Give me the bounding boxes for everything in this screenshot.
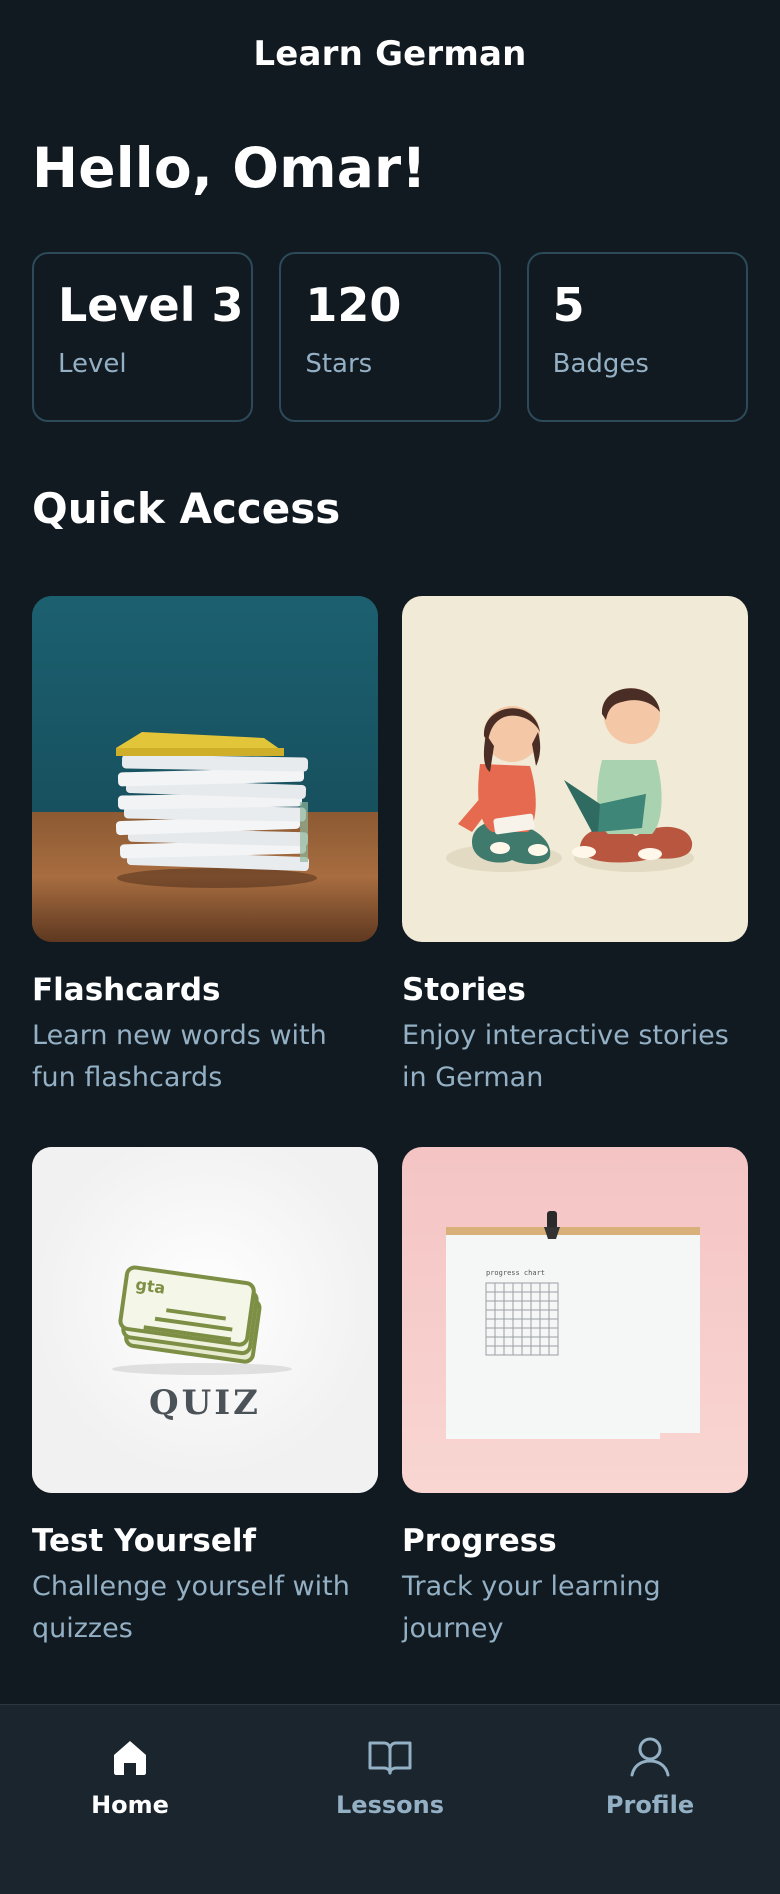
stat-value: 5 — [552, 278, 585, 332]
card-title: Progress — [402, 1522, 557, 1559]
stat-card-level: Level 3 Level — [32, 252, 254, 422]
quick-access-grid: Flashcards Learn new words with fun flas… — [32, 596, 748, 1650]
quiz-image: gta QUIZ — [32, 1146, 378, 1493]
app-header: Learn German — [0, 0, 780, 108]
nav-label: Lessons — [336, 1791, 444, 1819]
card-description: Challenge yourself with quizzes — [32, 1571, 350, 1644]
book-icon — [368, 1741, 412, 1775]
greeting-heading: Hello, Omar! — [32, 136, 427, 200]
quiz-label: QUIZ — [149, 1382, 261, 1423]
stat-value: Level 3 — [58, 278, 244, 332]
card-description: Enjoy interactive stories in German — [402, 1020, 729, 1094]
nav-item-lessons[interactable]: Lessons — [260, 1705, 520, 1894]
card-title: Test Yourself — [32, 1522, 256, 1559]
card-description: Track your learning journey — [402, 1571, 661, 1644]
stat-card-badges: 5 Badges — [526, 252, 748, 422]
stat-label: Badges — [552, 348, 649, 379]
card-test-yourself[interactable]: gta QUIZ Test Yourself Challenge yoursel… — [32, 1146, 378, 1650]
flashcards-stack-image — [32, 596, 378, 942]
nav-item-profile[interactable]: Profile — [520, 1705, 780, 1894]
stat-label: Level — [58, 348, 127, 379]
card-stories[interactable]: Stories Enjoy interactive stories in Ger… — [402, 596, 748, 1099]
quick-access-title: Quick Access — [32, 484, 341, 533]
stat-label: Stars — [305, 348, 373, 379]
card-flashcards[interactable]: Flashcards Learn new words with fun flas… — [32, 596, 378, 1099]
card-title: Flashcards — [32, 972, 221, 1008]
app-title: Learn German — [253, 34, 527, 74]
card-title: Stories — [402, 972, 526, 1008]
user-icon — [630, 1737, 670, 1777]
card-progress[interactable]: progress chart Progress Track your learn… — [402, 1146, 748, 1650]
bottom-nav: Home Lessons Profile — [0, 1704, 780, 1894]
nav-label: Profile — [605, 1791, 695, 1819]
stat-value: 120 — [305, 278, 402, 332]
nav-label: Home — [91, 1791, 169, 1819]
svg-text:progress chart: progress chart — [486, 1269, 545, 1277]
home-icon — [114, 1741, 146, 1775]
progress-chart-image: progress chart — [402, 1146, 748, 1493]
card-description: Learn new words with fun flashcards — [32, 1020, 327, 1094]
children-reading-image — [402, 596, 748, 942]
stat-card-stars: 120 Stars — [279, 252, 501, 422]
stats-row: Level 3 Level 120 Stars 5 Badges — [32, 252, 748, 422]
nav-item-home[interactable]: Home — [0, 1705, 260, 1894]
